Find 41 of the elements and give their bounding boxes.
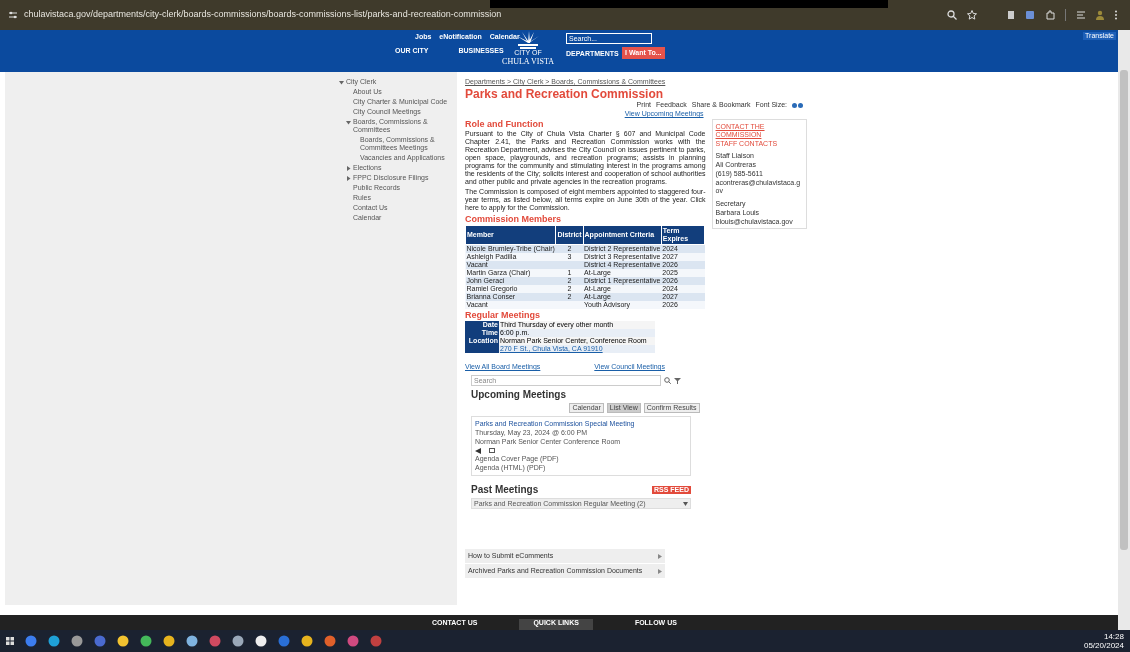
app-icon[interactable] (186, 635, 198, 647)
caret-right-icon[interactable] (346, 176, 351, 181)
scrollbar[interactable] (1118, 30, 1130, 630)
logo-text: CHULA VISTA (502, 57, 554, 67)
app-icon[interactable] (301, 635, 313, 647)
app-icon[interactable] (255, 635, 267, 647)
clipboard-icon[interactable] (1007, 10, 1015, 20)
clock-time: 14:28 (1103, 632, 1124, 641)
share-icon[interactable] (475, 448, 481, 454)
app-icon[interactable] (140, 635, 152, 647)
extension-icon[interactable] (1025, 10, 1035, 20)
caret-down-icon (683, 501, 688, 506)
list-icon[interactable] (1076, 10, 1086, 20)
section-heading: Regular Meetings (465, 310, 541, 321)
app-icon[interactable] (232, 635, 244, 647)
section-heading: Commission Members (465, 214, 563, 225)
page-title: Parks and Recreation Commission (465, 87, 665, 101)
app-icon[interactable] (117, 635, 129, 647)
app-icon[interactable] (71, 635, 83, 647)
app-icon[interactable] (163, 635, 175, 647)
filter-icon[interactable] (674, 377, 681, 384)
url-field[interactable]: chulavistaca.gov/departments/city-clerk/boards-commissions/boards-commissions-list/parks-and-recreation-commission (24, 8, 502, 22)
section-heading: Role and Function (465, 119, 545, 130)
font-size-icon[interactable] (792, 102, 803, 108)
caret-right-icon (658, 568, 662, 574)
start-icon[interactable] (6, 637, 14, 645)
caret-right-icon (658, 553, 662, 559)
search-icon[interactable] (947, 10, 957, 20)
caret-down-icon[interactable] (339, 80, 344, 85)
menu-icon[interactable] (1114, 10, 1118, 20)
section-heading: Past Meetings (471, 484, 539, 496)
profile-icon[interactable] (1096, 10, 1104, 20)
section-heading: Upcoming Meetings (471, 389, 567, 401)
site-info-icon[interactable] (8, 11, 18, 19)
caret-down-icon[interactable] (346, 120, 351, 125)
comment-icon[interactable] (489, 448, 495, 454)
search-icon[interactable] (664, 377, 671, 384)
star-icon[interactable] (967, 10, 977, 20)
clock-date: 05/20/2024 (1083, 641, 1124, 650)
circle-app-icon[interactable] (25, 635, 37, 647)
caret-right-icon[interactable] (346, 166, 351, 171)
